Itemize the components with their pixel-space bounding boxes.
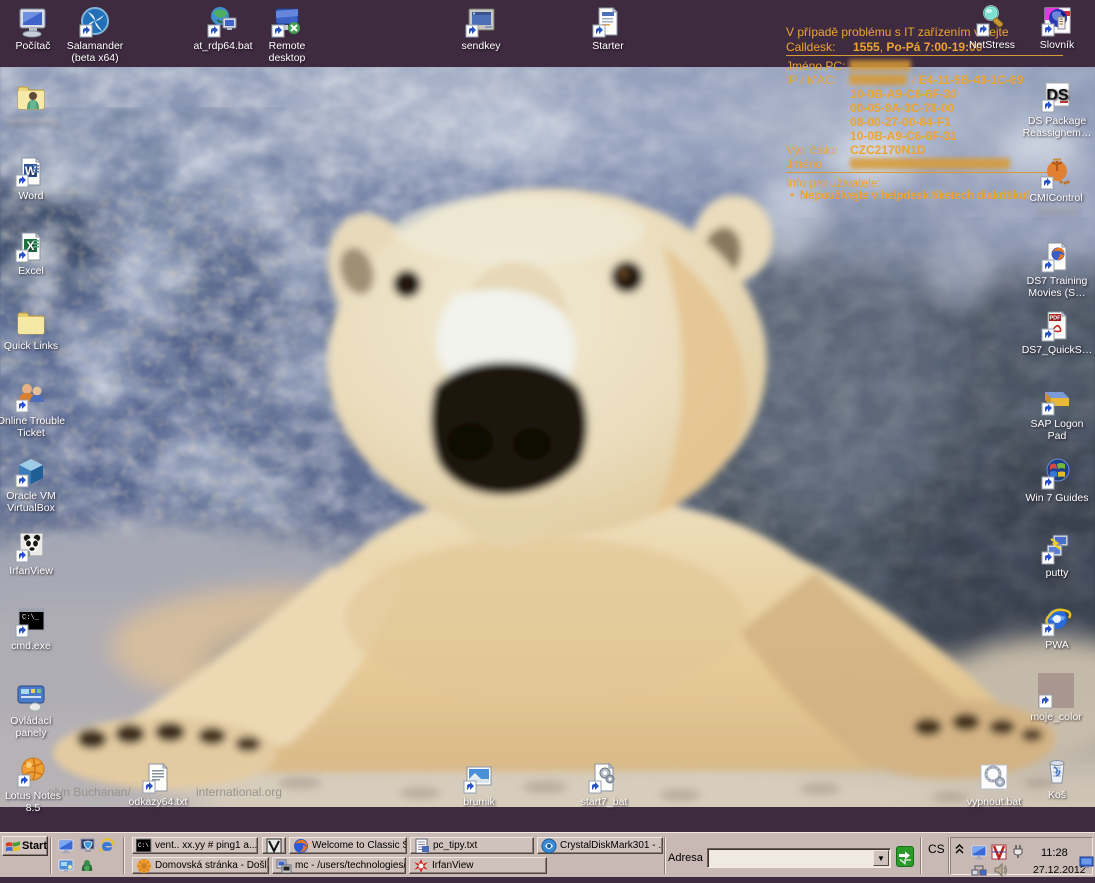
svg-text:international.org: international.org: [196, 785, 282, 799]
svg-text:PDF: PDF: [1050, 316, 1062, 322]
svg-text:C:\_: C:\_: [22, 614, 40, 622]
svg-text:C:\: C:\: [138, 842, 149, 849]
